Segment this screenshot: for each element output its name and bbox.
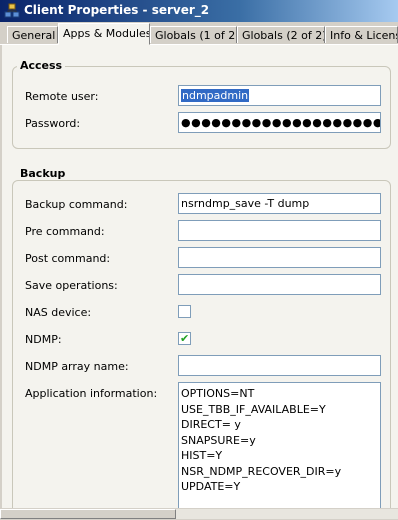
access-group [12, 66, 391, 149]
backup-command-label: Backup command: [25, 198, 128, 211]
horizontal-scrollbar[interactable] [0, 508, 398, 520]
client-properties-icon [4, 3, 20, 18]
application-information-textarea[interactable]: OPTIONS=NT USE_TBB_IF_AVAILABLE=Y DIRECT… [178, 382, 381, 512]
tab-general[interactable]: General [7, 26, 58, 43]
pre-command-label: Pre command: [25, 225, 105, 238]
application-information-line: OPTIONS=NT [181, 387, 255, 400]
remote-user-value: ndmpadmin [181, 89, 250, 102]
ndmp-label: NDMP: [25, 333, 62, 346]
backup-command-input[interactable]: nsrndmp_save -T dump [178, 193, 381, 214]
tab-apps-modules[interactable]: Apps & Modules [58, 23, 150, 45]
scrollbar-track[interactable] [176, 509, 398, 519]
title-bar[interactable]: Client Properties - server_2 [0, 0, 398, 22]
save-operations-label: Save operations: [25, 279, 118, 292]
post-command-input[interactable] [178, 247, 381, 268]
remote-user-label: Remote user: [25, 90, 99, 103]
save-operations-input[interactable] [178, 274, 381, 295]
password-input[interactable]: ●●●●●●●●●●●●●●●●●●●● [178, 112, 381, 133]
application-information-line: DIRECT= y [181, 418, 241, 431]
application-information-label: Application information: [25, 387, 158, 400]
tab-panel: Access Remote user: ndmpadmin Password: … [2, 45, 398, 520]
ndmp-array-name-input[interactable] [178, 355, 381, 376]
tab-info-licensing[interactable]: Info & Licensin [325, 26, 398, 43]
application-information-line: NSR_NDMP_RECOVER_DIR=y [181, 464, 342, 478]
application-information-line: SNAPSURE=y [181, 433, 256, 447]
tab-strip: General Apps & Modules Globals (1 of 2) … [0, 22, 398, 45]
ndmp-array-name-label: NDMP array name: [25, 360, 129, 373]
application-information-line: USE_TBB_IF_AVAILABLE=Y [181, 402, 326, 416]
nas-device-checkbox[interactable] [178, 305, 191, 318]
tab-globals-2[interactable]: Globals (2 of 2) [237, 26, 325, 43]
post-command-label: Post command: [25, 252, 111, 265]
password-label: Password: [25, 117, 81, 130]
ndmp-checkbox[interactable]: ✔ [178, 332, 191, 345]
nas-device-label: NAS device: [25, 306, 92, 319]
application-information-line: HIST=Y [181, 449, 223, 462]
remote-user-input[interactable]: ndmpadmin [178, 85, 381, 106]
checkmark-icon: ✔ [180, 332, 190, 345]
window-title: Client Properties - server_2 [24, 3, 210, 17]
tab-globals-1[interactable]: Globals (1 of 2) [150, 26, 237, 43]
application-information-line: UPDATE=Y [181, 480, 241, 493]
access-group-title: Access [17, 59, 66, 72]
pre-command-input[interactable] [178, 220, 381, 241]
scrollbar-thumb[interactable] [0, 509, 176, 519]
backup-group-title: Backup [17, 167, 69, 180]
